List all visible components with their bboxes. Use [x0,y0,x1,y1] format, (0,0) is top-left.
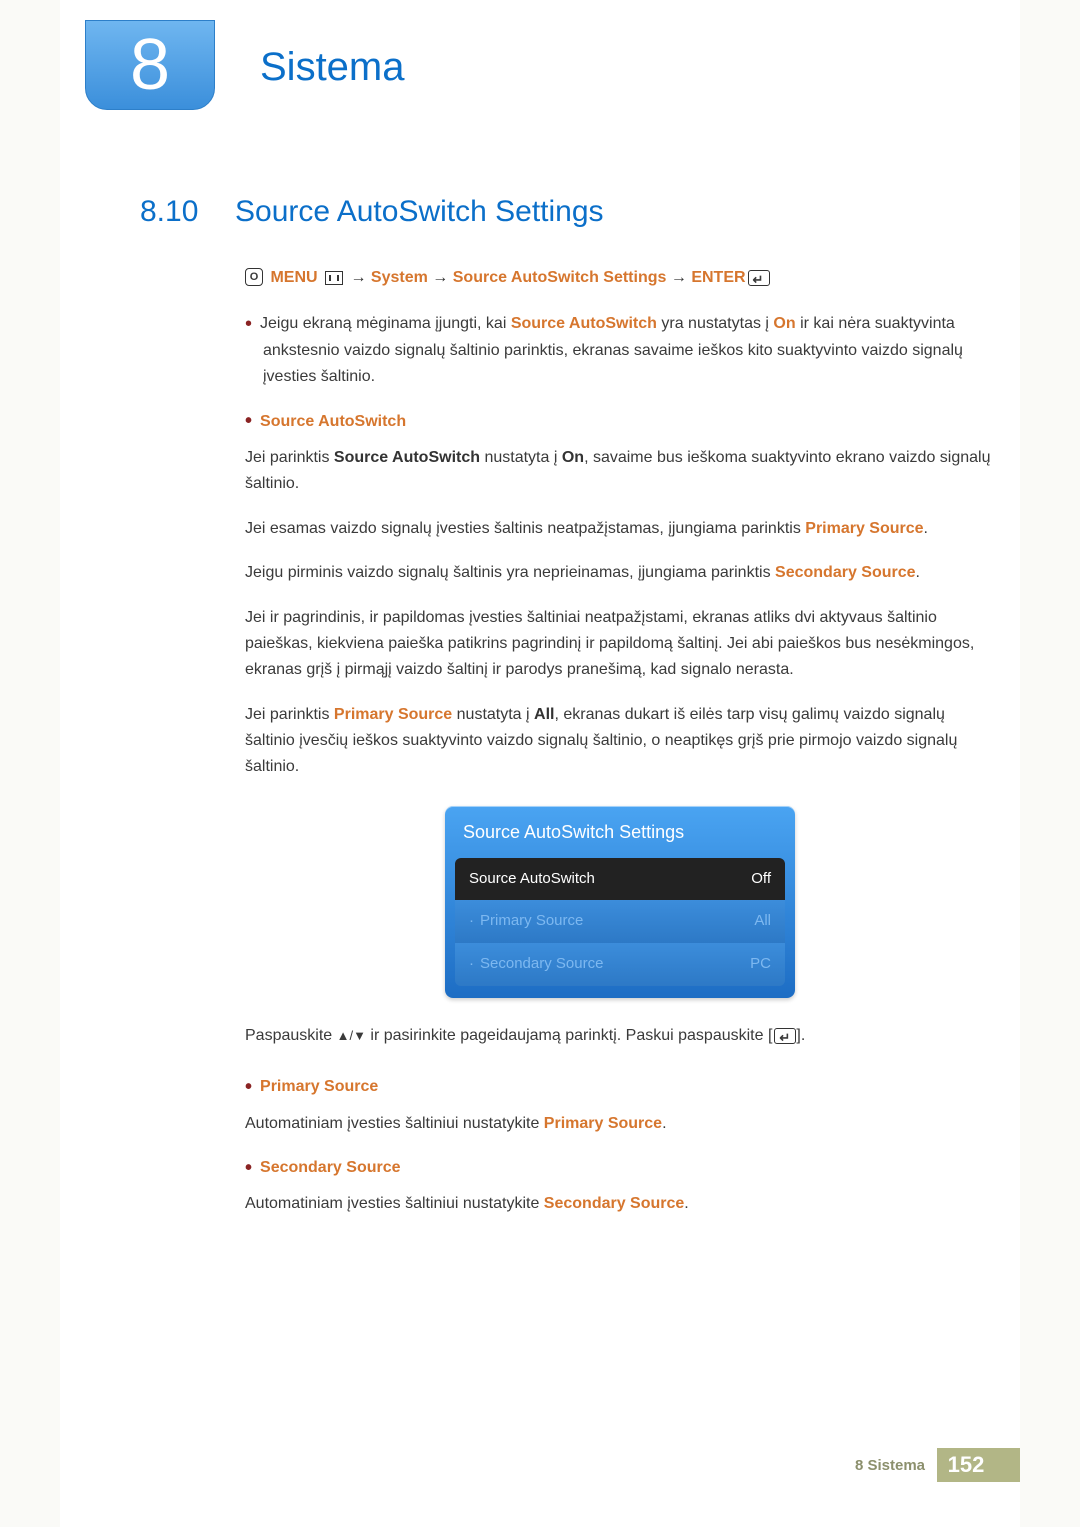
text: On [562,449,584,466]
enter-icon [748,270,770,286]
path-system: System [371,269,428,286]
subheading: • Source AutoSwitch [245,409,995,435]
secondary-source-section: • Secondary Source Automatiniam įvesties … [245,1155,995,1218]
header-rule [85,118,995,119]
osd-panel-title: Source AutoSwitch Settings [445,806,795,858]
osd-row-value: Off [751,867,771,892]
paragraph: Automatiniam įvesties šaltiniui nustatyk… [245,1111,995,1137]
paragraph: Automatiniam įvesties šaltiniui nustatyk… [245,1191,995,1217]
chapter-title: Sistema [260,45,405,90]
osd-row-source-autoswitch[interactable]: Source AutoSwitch Off [455,858,785,901]
path-enter: ENTER [691,269,745,286]
text: nustatyta į [452,706,534,723]
path-arrow: → [671,269,687,286]
osd-row-label: Source AutoSwitch [469,867,595,892]
paragraph: Jei parinktis Source AutoSwitch nustatyt… [245,445,995,498]
bullet-icon: • [245,1076,252,1098]
enter-icon [774,1028,796,1044]
text: Jeigu ekraną mėginama įjungti, kai [260,315,511,332]
osd-row-secondary-source[interactable]: ·Secondary Source PC [455,943,785,986]
paragraph: Jei ir pagrindinis, ir papildomas įvesti… [245,605,995,684]
text: Source AutoSwitch [334,449,480,466]
footer-page-number: 152 [937,1448,995,1482]
osd-panel: Source AutoSwitch Settings Source AutoSw… [445,806,795,998]
text: Primary Source [805,520,923,537]
text: All [534,706,554,723]
chapter-number: 8 [130,24,170,106]
text: Automatiniam įvesties šaltiniui nustatyk… [245,1195,544,1212]
text: Automatiniam įvesties šaltiniui nustatyk… [245,1115,544,1132]
footer-decoration [995,1448,1020,1482]
instruction: Paspauskite ▲/▼ ir pasirinkite pageidauj… [245,1023,995,1049]
text: Source AutoSwitch [511,315,657,332]
primary-source-section: • Primary Source Automatiniam įvesties ša… [245,1074,995,1137]
text: . [924,520,928,537]
path-menu: MENU [270,269,317,286]
page: 8 Sistema 8.10 Source AutoSwitch Setting… [60,0,1020,1527]
text: Primary Source [334,706,452,723]
paragraph: Jeigu pirminis vaizdo signalų šaltinis y… [245,560,995,586]
text: nustatyta į [480,449,562,466]
intro-paragraph: • Jeigu ekraną mėginama įjungti, kai Sour… [245,311,995,390]
chapter-tab: 8 [85,20,215,110]
subheading: • Primary Source [245,1074,995,1100]
menu-icon [325,271,343,285]
text: yra nustatytas į [657,315,774,332]
text: . [916,564,920,581]
text: On [773,315,795,332]
osd-row-label: ·Secondary Source [469,952,603,977]
subheading: • Secondary Source [245,1155,995,1181]
content-area: O MENU → System → Source AutoSwitch Sett… [245,265,995,1236]
bullet-icon: • [245,1157,252,1179]
osd-row-value: PC [750,952,771,977]
heading-text: Primary Source [260,1078,378,1095]
text: Jei parinktis [245,706,334,723]
osd-row-primary-source[interactable]: ·Primary Source All [455,900,785,943]
source-autoswitch-section: • Source AutoSwitch Jei parinktis Source … [245,409,995,1050]
osd-row-value: All [754,909,771,934]
text: Secondary Source [775,564,916,581]
path-arrow: → [432,269,448,286]
bullet-icon: • [245,410,252,432]
text: ]. [796,1027,805,1044]
text: Jei parinktis [245,449,334,466]
heading-text: Source AutoSwitch [260,413,406,430]
text: Primary Source [544,1115,662,1132]
osd-path: O MENU → System → Source AutoSwitch Sett… [245,265,995,291]
text: Secondary Source [544,1195,685,1212]
section-title: Source AutoSwitch Settings [235,195,604,229]
text: . [684,1195,688,1212]
path-settings: Source AutoSwitch Settings [453,269,667,286]
text: Jei esamas vaizdo signalų įvesties šalti… [245,520,805,537]
paragraph: Jei esamas vaizdo signalų įvesties šalti… [245,516,995,542]
osd-icon: O [245,268,263,286]
footer-text: 8 Sistema [855,1448,937,1482]
path-arrow: → [350,269,366,286]
up-down-icon: ▲/▼ [337,1028,366,1043]
text: ir pasirinkite pageidaujamą parinktį. Pa… [366,1027,772,1044]
text: Jeigu pirminis vaizdo signalų šaltinis y… [245,564,775,581]
paragraph: Jei parinktis Primary Source nustatyta į… [245,702,995,781]
footer: 8 Sistema 152 [60,1448,1020,1482]
bullet-icon: • [245,313,252,335]
section-number: 8.10 [140,195,198,229]
heading-text: Secondary Source [260,1159,401,1176]
text: . [662,1115,666,1132]
osd-panel-body: Source AutoSwitch Off ·Primary Source Al… [455,858,785,986]
osd-row-label: ·Primary Source [469,909,583,934]
text: Paspauskite [245,1027,337,1044]
